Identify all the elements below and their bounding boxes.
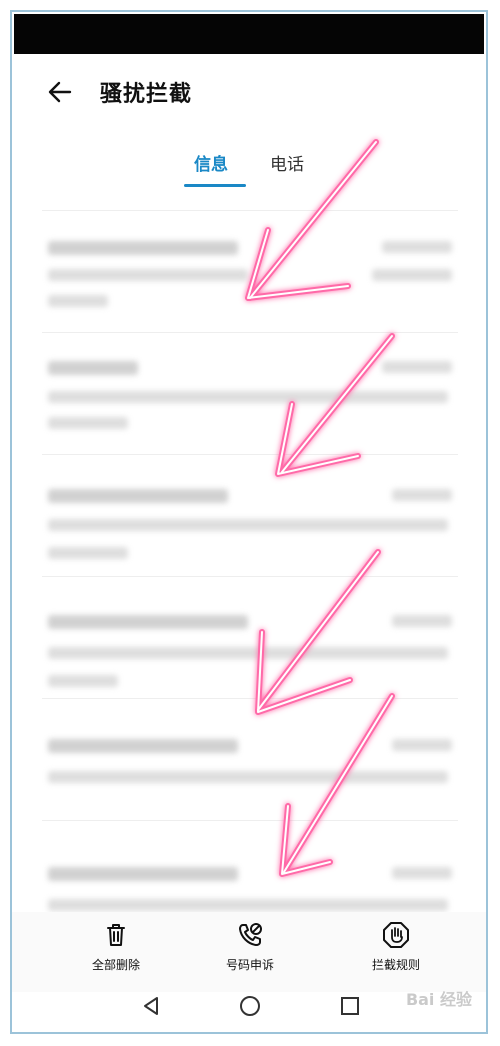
- app-bar: 骚扰拦截: [12, 64, 486, 120]
- list-item[interactable]: [42, 332, 458, 443]
- block-rules-button[interactable]: 拦截规则: [346, 920, 446, 973]
- hand-shield-icon: [383, 922, 409, 948]
- phone-frame: 骚扰拦截 信息 电话 全部删除 号码申诉 拦截规则 Bai 经验: [10, 10, 488, 1034]
- number-appeal-button[interactable]: 号码申诉: [200, 920, 300, 973]
- phone-appeal-icon: [239, 923, 262, 946]
- watermark-text: Bai 经验: [405, 990, 472, 1009]
- status-bar: [14, 14, 484, 54]
- watermark: Bai 经验: [382, 982, 472, 1018]
- list-item[interactable]: [42, 576, 458, 687]
- list-item[interactable]: [42, 698, 458, 809]
- delete-all-button[interactable]: 全部删除: [66, 920, 166, 973]
- home-circle-icon[interactable]: [238, 994, 262, 1018]
- delete-all-label: 全部删除: [91, 958, 140, 972]
- tab-bar: 信息 电话: [12, 144, 486, 188]
- active-tab-indicator: [184, 184, 246, 187]
- block-rules-label: 拦截规则: [371, 958, 420, 972]
- back-triangle-icon[interactable]: [139, 994, 163, 1018]
- page-title: 骚扰拦截: [100, 82, 193, 107]
- back-arrow-icon[interactable]: [46, 78, 74, 106]
- list-item[interactable]: [42, 454, 458, 565]
- recents-square-icon[interactable]: [338, 994, 362, 1018]
- number-appeal-label: 号码申诉: [225, 958, 274, 972]
- tab-calls[interactable]: 电话: [270, 150, 304, 175]
- trash-icon: [107, 924, 125, 946]
- list-item[interactable]: [42, 210, 458, 321]
- tab-messages[interactable]: 信息: [194, 150, 228, 175]
